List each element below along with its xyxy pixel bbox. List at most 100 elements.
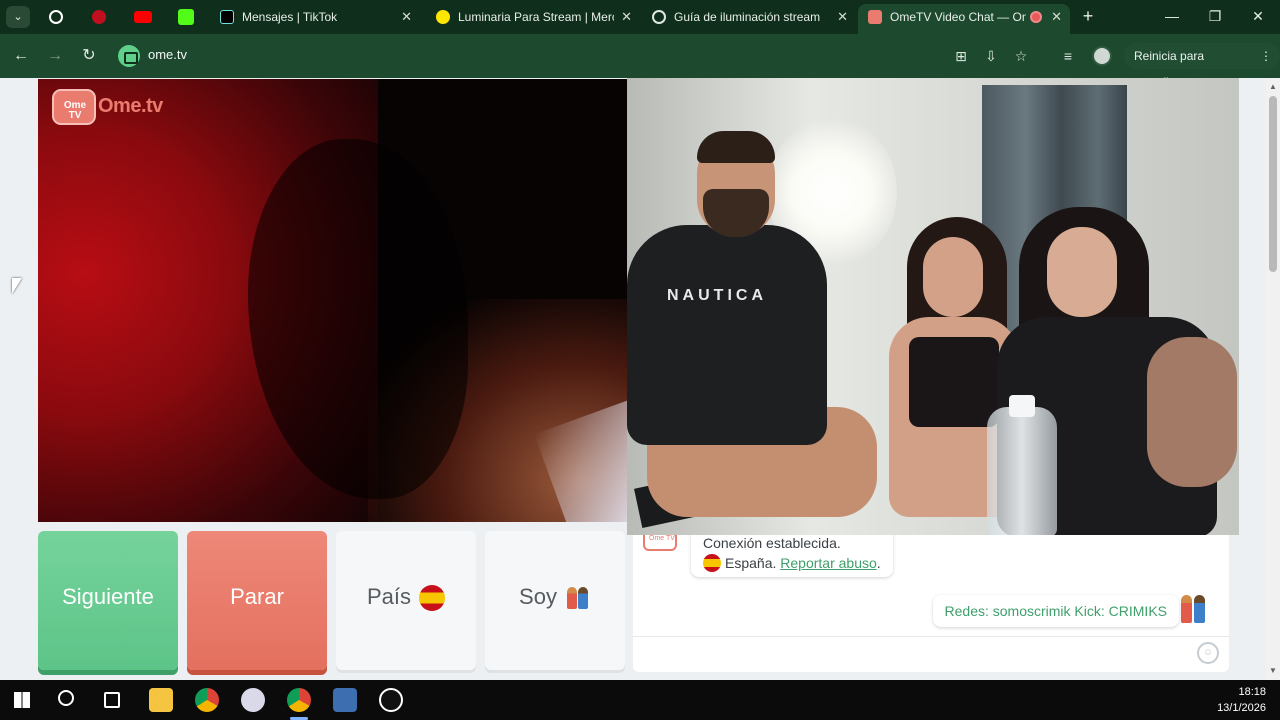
scroll-up-arrow-icon[interactable]: ▲	[1269, 82, 1277, 91]
ometv-bot-avatar: Ome TV	[643, 535, 677, 551]
address-bar[interactable]: ome.tv	[110, 41, 940, 71]
update-button[interactable]: Reinicia para actualizar ⋮	[1124, 43, 1280, 89]
pinned-app-icon	[49, 10, 63, 24]
bot-label: Ome TV	[649, 535, 675, 542]
more-menu-icon[interactable]: ⋮	[1260, 43, 1272, 69]
person-2-top	[909, 337, 999, 427]
maximize-button[interactable]: ❐	[1195, 4, 1235, 28]
spain-flag-icon	[703, 554, 721, 572]
country-label: País	[366, 584, 412, 609]
gender-label: Soy	[519, 584, 557, 609]
rose-icon	[92, 10, 106, 24]
tab-ometv[interactable]: OmeTV Video Chat — On ✕	[858, 4, 1070, 34]
tiktok-icon	[220, 10, 234, 24]
close-tab-icon[interactable]: ✕	[1051, 4, 1062, 30]
mercadolibre-icon	[436, 10, 450, 24]
recording-icon	[1030, 11, 1042, 23]
install-app-icon[interactable]: ⇩	[981, 46, 1001, 66]
globe-icon	[652, 10, 666, 24]
chevron-down-icon: ⌄	[13, 11, 23, 23]
logo-wordmark: Ome.tv	[98, 95, 163, 117]
next-button[interactable]: Siguiente	[38, 531, 178, 670]
couple-icon	[565, 585, 591, 611]
country-filter-button[interactable]: País	[336, 531, 476, 670]
browser-tab-strip: ⌄ Mensajes | TikTok ✕ Luminaria Para Str…	[0, 0, 1280, 34]
reload-button[interactable]: ↻	[77, 44, 101, 68]
system-clock[interactable]: 18:18 13/1/2026	[1217, 684, 1266, 716]
media-controls-icon[interactable]: ≡	[1058, 46, 1078, 66]
partner-country-row: España. Reportar abuso.	[703, 553, 881, 573]
water-bottle	[987, 407, 1057, 535]
minimize-button[interactable]: —	[1152, 4, 1192, 28]
pinned-tab-2[interactable]	[89, 7, 109, 27]
tab-tiktok[interactable]: Mensajes | TikTok ✕	[210, 4, 420, 34]
windows-start-icon[interactable]	[14, 692, 30, 708]
person-3-face	[1047, 227, 1117, 317]
partner-video: Ome TV Ome.tv	[38, 79, 627, 522]
calculator-icon[interactable]	[333, 688, 357, 712]
recorder-icon[interactable]	[379, 688, 403, 712]
person-1-hair	[697, 131, 775, 163]
task-view-icon[interactable]	[104, 692, 120, 708]
chrome-icon[interactable]	[195, 688, 219, 712]
tab-luminaria[interactable]: Luminaria Para Stream | Merc ✕	[426, 4, 640, 34]
url-text: ome.tv	[148, 47, 188, 62]
chrome-icon[interactable]	[287, 688, 311, 712]
kick-icon	[178, 9, 194, 25]
gender-filter-button[interactable]: Soy	[485, 531, 625, 670]
ometv-logo: Ome TV Ome.tv	[52, 85, 182, 125]
tab-title: OmeTV Video Chat — On	[890, 10, 1026, 24]
pinned-tab-1[interactable]	[46, 7, 66, 27]
bottle-cap	[1009, 395, 1035, 417]
logo-tv-text: Ome TV	[63, 100, 87, 121]
back-button[interactable]: ←	[9, 44, 33, 68]
ometv-page: Ome TV Ome.tv NAUTICA Siguiente Parar Pa…	[0, 78, 1266, 680]
close-window-button[interactable]: ✕	[1238, 4, 1278, 28]
tab-title: Guía de iluminación stream	[674, 10, 821, 24]
close-tab-icon[interactable]: ✕	[621, 4, 632, 30]
file-explorer-icon[interactable]	[149, 688, 173, 712]
stop-label: Parar	[230, 584, 284, 609]
chat-panel: Ome TV Conexión establecida. España. Rep…	[633, 535, 1229, 672]
system-message: Conexión establecida. España. Reportar a…	[691, 535, 893, 577]
bookmark-star-icon[interactable]: ☆	[1011, 46, 1031, 66]
ometv-icon	[868, 10, 882, 24]
profile-avatar[interactable]	[1092, 46, 1112, 66]
tab-title: Mensajes | TikTok	[242, 10, 338, 24]
scroll-thumb[interactable]	[1269, 96, 1277, 272]
paint-icon[interactable]	[241, 688, 265, 712]
close-tab-icon[interactable]: ✕	[401, 4, 412, 30]
clock-time: 18:18	[1238, 686, 1266, 698]
connection-status: Conexión establecida.	[703, 535, 841, 551]
next-label: Siguiente	[62, 584, 154, 609]
scroll-down-arrow-icon[interactable]: ▼	[1269, 666, 1277, 675]
self-video: NAUTICA	[627, 78, 1239, 535]
pinned-tab-3[interactable]	[133, 7, 153, 27]
partner-country: España.	[725, 555, 777, 571]
couple-icon	[1179, 593, 1209, 625]
emoji-icon[interactable]: ☺	[1197, 642, 1219, 664]
tv-logo-icon: Ome TV	[52, 89, 96, 125]
browser-toolbar: ← → ↻ ome.tv ⊞ ⇩ ☆ ≡ Reinicia para actua…	[0, 34, 1280, 89]
search-icon[interactable]	[58, 690, 74, 706]
chat-controls: Siguiente Parar País Soy	[38, 531, 625, 671]
new-tab-button[interactable]: +	[1078, 5, 1098, 27]
windows-taskbar: 18:18 13/1/2026	[0, 680, 1280, 720]
tab-search-button[interactable]: ⌄	[6, 6, 30, 28]
chat-divider	[633, 636, 1229, 637]
stop-button[interactable]: Parar	[187, 531, 327, 670]
report-period: .	[876, 555, 881, 571]
report-abuse-link[interactable]: Reportar abuso	[780, 555, 877, 571]
pinned-tab-4[interactable]	[176, 7, 196, 27]
chat-input[interactable]	[641, 639, 1181, 669]
person-2-face	[923, 237, 983, 317]
tab-guia[interactable]: Guía de iluminación stream ✕	[642, 4, 856, 34]
page-scrollbar[interactable]: ▲ ▼	[1266, 78, 1280, 680]
youtube-icon	[134, 11, 152, 23]
site-info-icon[interactable]	[118, 45, 140, 67]
translate-icon[interactable]: ⊞	[951, 46, 971, 66]
forward-button[interactable]: →	[43, 44, 67, 68]
shirt-print: NAUTICA	[667, 287, 767, 304]
mouse-cursor-icon	[12, 278, 22, 294]
close-tab-icon[interactable]: ✕	[837, 4, 848, 30]
